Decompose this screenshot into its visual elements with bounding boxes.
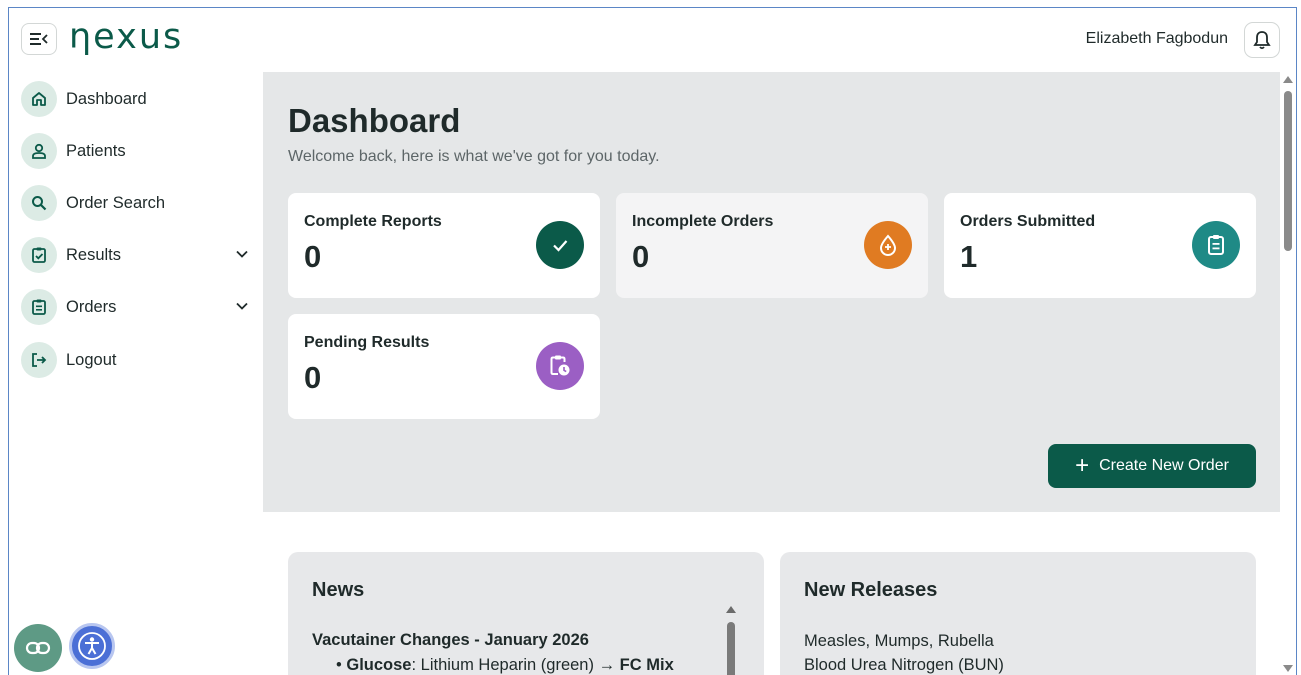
- clipboard-clock-icon: [536, 342, 584, 390]
- scroll-down-arrow-icon[interactable]: [1283, 665, 1293, 672]
- logo-text: ηexus: [69, 17, 184, 57]
- bell-icon: [1253, 31, 1271, 50]
- page-scrollbar[interactable]: [1280, 72, 1296, 675]
- sidebar-item-label: Logout: [66, 350, 117, 369]
- page-subtitle: Welcome back, here is what we've got for…: [288, 148, 660, 165]
- logout-icon: [21, 342, 57, 378]
- card-value: 0: [632, 239, 650, 274]
- stat-card-complete-reports[interactable]: Complete Reports 0: [288, 193, 600, 298]
- info-section: News Vacutainer Changes - January 2026 •…: [263, 512, 1280, 675]
- sidebar-item-label: Order Search: [66, 193, 166, 212]
- captions-toggle-button[interactable]: [14, 624, 62, 672]
- card-label: Orders Submitted: [960, 213, 1096, 230]
- card-value: 0: [304, 360, 322, 395]
- check-icon: [536, 221, 584, 269]
- dashboard-summary-section: Dashboard Welcome back, here is what we'…: [263, 72, 1280, 512]
- sidebar-item-order-search[interactable]: Order Search: [21, 183, 249, 223]
- stat-card-incomplete-orders[interactable]: Incomplete Orders 0: [616, 193, 928, 298]
- clipboard-list-icon: [21, 289, 57, 325]
- release-item: Measles, Mumps, Rubella: [804, 632, 994, 650]
- news-panel: News Vacutainer Changes - January 2026 •…: [288, 552, 764, 675]
- news-bullet-text: : Lithium Heparin (green) →: [411, 656, 620, 674]
- accessibility-button[interactable]: [69, 623, 115, 669]
- news-bullet-term: Glucose: [346, 656, 412, 674]
- clipboard-check-icon: [21, 237, 57, 273]
- card-value: 1: [960, 239, 978, 274]
- notifications-button[interactable]: [1244, 22, 1280, 58]
- search-icon: [21, 185, 57, 221]
- sidebar-item-label: Results: [66, 245, 122, 264]
- news-item-heading: Vacutainer Changes - January 2026: [312, 631, 589, 649]
- new-releases-panel: New Releases Measles, Mumps, Rubella Blo…: [780, 552, 1256, 675]
- news-bullet-target: FC Mix: [619, 656, 674, 674]
- app-window: ηexus Elizabeth Fagbodun Dashboard Patie…: [8, 7, 1297, 675]
- create-new-order-button[interactable]: + Create New Order: [1048, 444, 1256, 488]
- link-icon: [25, 641, 51, 655]
- card-label: Complete Reports: [304, 213, 442, 230]
- sidebar-item-label: Orders: [66, 297, 117, 316]
- news-title: News: [312, 579, 365, 601]
- user-name[interactable]: Elizabeth Fagbodun: [1086, 30, 1228, 48]
- sidebar-item-patients[interactable]: Patients: [21, 131, 249, 171]
- top-header: ηexus Elizabeth Fagbodun: [9, 8, 1296, 72]
- blood-drop-icon: [864, 221, 912, 269]
- sidebar-item-logout[interactable]: Logout: [21, 340, 249, 380]
- sidebar-item-label: Patients: [66, 141, 126, 160]
- sidebar: Dashboard Patients Order Search Results: [9, 72, 263, 675]
- menu-collapse-icon: [30, 33, 48, 45]
- news-scrollbar[interactable]: [724, 606, 738, 675]
- home-icon: [21, 81, 57, 117]
- card-value: 0: [304, 239, 322, 274]
- user-icon: [21, 133, 57, 169]
- stat-card-orders-submitted[interactable]: Orders Submitted 1: [944, 193, 1256, 298]
- card-label: Pending Results: [304, 334, 430, 351]
- stat-card-pending-results[interactable]: Pending Results 0: [288, 314, 600, 419]
- plus-icon: +: [1075, 452, 1090, 479]
- app-logo[interactable]: ηexus: [69, 15, 183, 59]
- sidebar-item-orders[interactable]: Orders: [21, 287, 249, 327]
- create-new-order-label: Create New Order: [1099, 457, 1229, 474]
- chevron-down-icon[interactable]: [235, 247, 249, 261]
- clipboard-icon: [1192, 221, 1240, 269]
- scroll-up-arrow-icon[interactable]: [1283, 76, 1293, 83]
- sidebar-item-results[interactable]: Results: [21, 235, 249, 275]
- chevron-down-icon[interactable]: [235, 299, 249, 313]
- news-item-bullet: • Glucose: Lithium Heparin (green) → FC …: [336, 656, 674, 674]
- sidebar-toggle-button[interactable]: [21, 23, 57, 55]
- accessibility-icon: [78, 632, 106, 660]
- new-releases-title: New Releases: [804, 579, 938, 601]
- page-title: Dashboard: [288, 102, 461, 139]
- scroll-thumb[interactable]: [727, 622, 735, 675]
- sidebar-item-label: Dashboard: [66, 89, 147, 108]
- release-item: Blood Urea Nitrogen (BUN): [804, 656, 1004, 674]
- scroll-up-arrow-icon[interactable]: [726, 606, 736, 613]
- scroll-thumb[interactable]: [1284, 91, 1292, 251]
- sidebar-item-dashboard[interactable]: Dashboard: [21, 79, 249, 119]
- card-label: Incomplete Orders: [632, 213, 774, 230]
